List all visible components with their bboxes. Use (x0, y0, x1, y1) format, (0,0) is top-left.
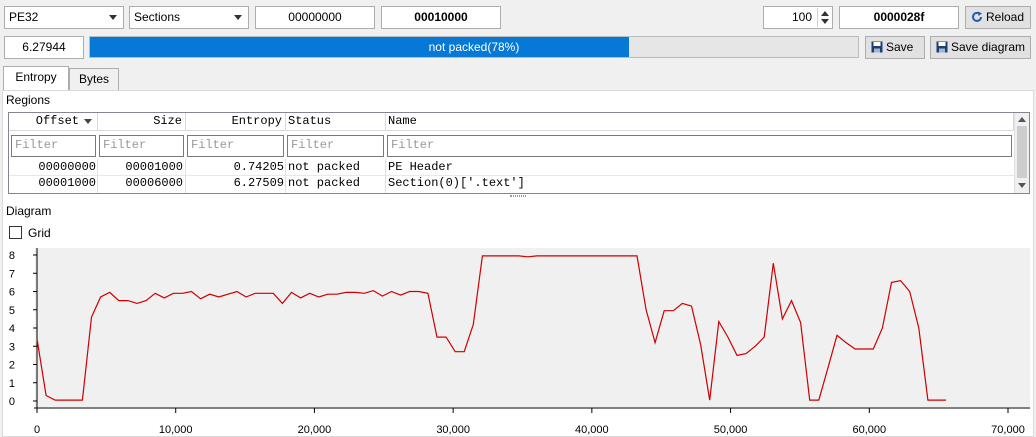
mode-combo[interactable]: Sections (129, 6, 249, 29)
name-cell: PE Header (388, 160, 453, 174)
column-header-size[interactable]: Size (98, 113, 186, 131)
x-tick-label: 60,000 (852, 424, 886, 436)
offset-cell: 00000000 (38, 160, 96, 174)
diagram-label: Diagram (6, 204, 52, 218)
scroll-thumb[interactable] (1017, 126, 1027, 178)
grid-label: Grid (28, 226, 51, 240)
tab-entropy[interactable]: Entropy (3, 66, 69, 91)
spin-buttons[interactable] (817, 8, 831, 27)
reload-label: Reload (986, 10, 1025, 24)
size-cell: 00001000 (125, 160, 183, 174)
entropy-cell: 6.27509 (233, 176, 284, 190)
x-tick-label: 10,000 (159, 424, 193, 436)
splitter-handle[interactable] (510, 195, 526, 197)
spin-down-icon[interactable] (821, 19, 829, 24)
y-tick-label: 6 (9, 287, 15, 299)
entropy-cell: 0.74205 (233, 160, 284, 174)
filetype-value: PE32 (9, 10, 39, 24)
save-diagram-button[interactable]: Save diagram (930, 36, 1031, 59)
column-divider (385, 159, 386, 193)
status-filter-input[interactable]: Filter (287, 135, 384, 157)
regions-table: Offset Size Entropy Status Name Filter F… (8, 112, 1030, 194)
column-header-offset[interactable]: Offset (9, 113, 98, 131)
offset-filter-input[interactable]: Filter (11, 135, 96, 157)
size-cell: 00006000 (125, 176, 183, 190)
grid-checkbox[interactable] (9, 226, 22, 239)
save-button[interactable]: Save (865, 36, 925, 59)
sort-down-icon (84, 119, 92, 124)
column-header-status[interactable]: Status (286, 113, 386, 131)
column-divider (97, 159, 98, 193)
entropy-filter-input[interactable]: Filter (187, 135, 284, 157)
reload-icon (972, 11, 982, 22)
offset-cell: 00001000 (38, 176, 96, 190)
block-count-spinbox[interactable]: 100 (763, 6, 833, 29)
mode-value: Sections (134, 10, 181, 24)
spin-up-icon[interactable] (821, 11, 829, 16)
scroll-up-icon[interactable] (1018, 117, 1026, 122)
column-header-name[interactable]: Name (386, 113, 1014, 131)
entropy-chart: 0 1 2 3 4 5 6 7 8 0 10,000 20,000 30,000 40,000 50,00… (9, 248, 1030, 436)
column-divider (185, 159, 186, 193)
table-row[interactable]: 00000000 00001000 0.74205 not packed PE … (9, 160, 1014, 176)
column-header-entropy[interactable]: Entropy (186, 113, 286, 131)
y-tick-labels: 0 1 2 3 4 5 6 7 8 (9, 250, 37, 408)
floppy-disk-icon (936, 41, 948, 53)
y-tick-label: 7 (9, 268, 15, 280)
size-filter-input[interactable]: Filter (99, 135, 184, 157)
x-tick-label: 30,000 (436, 424, 470, 436)
block-count-value: 100 (791, 10, 812, 24)
x-tick-label: 40,000 (575, 424, 609, 436)
y-tick-label: 2 (9, 360, 15, 372)
tab-bytes[interactable]: Bytes (69, 68, 119, 90)
x-tick-label: 0 (34, 424, 40, 436)
x-tick-label: 50,000 (714, 424, 748, 436)
status-cell: not packed (288, 176, 361, 190)
name-filter-input[interactable]: Filter (387, 135, 1012, 157)
save-label: Save (886, 40, 914, 54)
chevron-down-icon (109, 15, 117, 20)
status-cell: not packed (288, 160, 361, 174)
vertical-scrollbar[interactable] (1014, 113, 1029, 193)
block-size-field[interactable]: 0000028f (839, 6, 959, 29)
reload-button[interactable]: Reload (965, 6, 1031, 29)
start-address-field[interactable]: 00000000 (255, 6, 375, 29)
chevron-down-icon (234, 15, 242, 20)
y-tick-label: 5 (9, 305, 15, 317)
scroll-down-icon[interactable] (1018, 183, 1026, 188)
packed-progress-bar: not packed(78%) (89, 36, 859, 58)
total-entropy-field: 6.27944 (4, 36, 84, 59)
name-cell: Section(0)['.text'] (388, 176, 525, 190)
y-tick-label: 1 (9, 378, 15, 390)
progress-text: not packed(78%) (428, 40, 520, 54)
regions-label: Regions (6, 93, 51, 107)
plot-area (35, 248, 1030, 407)
y-tick-label: 4 (9, 323, 15, 335)
y-tick-label: 0 (9, 396, 15, 408)
x-tick-label: 70,000 (991, 424, 1025, 436)
column-divider (285, 159, 286, 193)
save-diagram-label: Save diagram (951, 40, 1026, 54)
x-tick-labels: 0 10,000 20,000 30,000 40,000 50,000 60,000 70,… (34, 408, 1025, 436)
filetype-combo[interactable]: PE32 (4, 6, 124, 29)
column-header-offset-label: Offset (35, 114, 79, 128)
table-row[interactable]: 00001000 00006000 6.27509 not packed Sec… (9, 176, 1014, 192)
x-tick-label: 20,000 (298, 424, 332, 436)
floppy-disk-icon (871, 41, 883, 53)
end-address-field[interactable]: 00010000 (381, 6, 501, 29)
y-tick-label: 3 (9, 341, 15, 353)
y-tick-label: 8 (9, 250, 15, 262)
